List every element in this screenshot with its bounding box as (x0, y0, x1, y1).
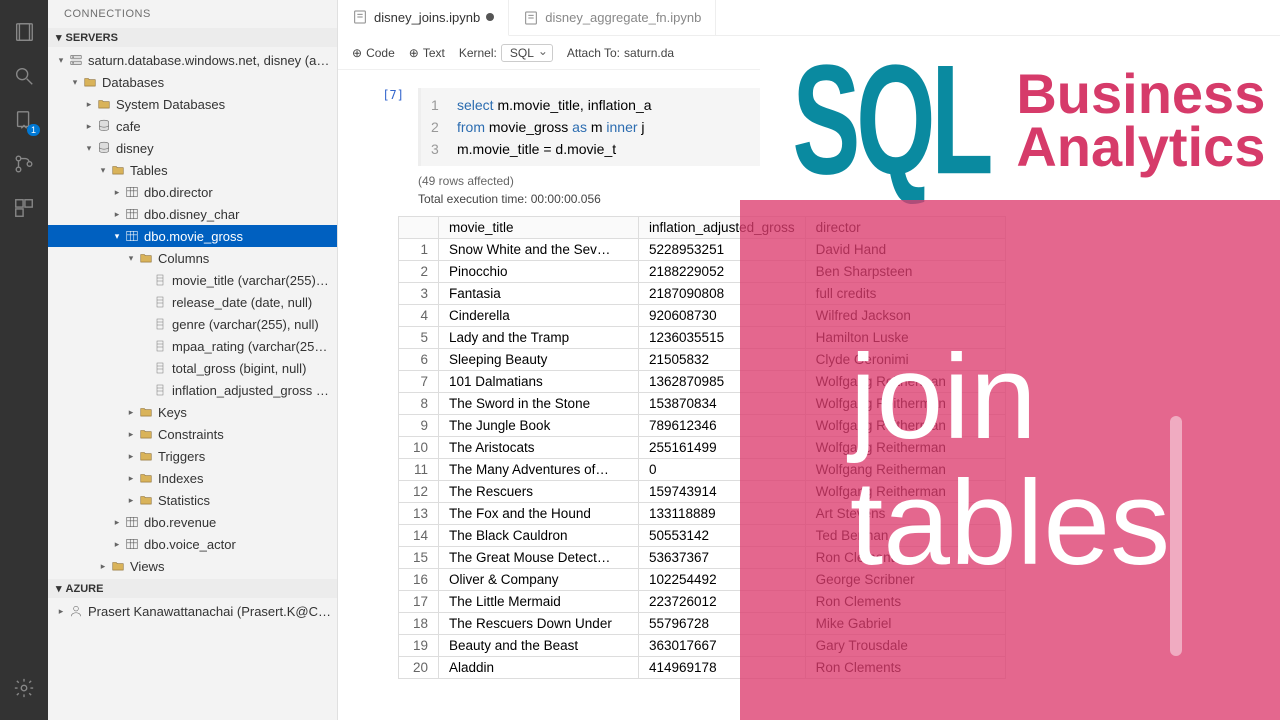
column-3[interactable]: mpaa_rating (varchar(255), null) (48, 335, 337, 357)
tab-bar: disney_joins.ipynbdisney_aggregate_fn.ip… (338, 0, 1280, 36)
notebook-file-icon (352, 9, 368, 25)
activity-bar: 1 (0, 0, 48, 720)
databases-folder[interactable]: ▾Databases (48, 71, 337, 93)
add-text-button[interactable]: ⊕Text (409, 46, 445, 60)
source-control-icon[interactable] (10, 150, 38, 178)
notebook-icon[interactable]: 1 (10, 106, 38, 134)
tbl-director[interactable]: ▸dbo.director (48, 181, 337, 203)
branding-line1: Business (1016, 67, 1265, 120)
servers-header[interactable]: ▾SERVERS (48, 28, 337, 47)
dirty-indicator (486, 13, 494, 21)
folder-triggers[interactable]: ▸Triggers (48, 445, 337, 467)
server-node[interactable]: ▾saturn.database.windows.net, disney (ap… (48, 49, 337, 71)
folder-indexes[interactable]: ▸Indexes (48, 467, 337, 489)
db-disney[interactable]: ▾disney (48, 137, 337, 159)
tbl-revenue[interactable]: ▸dbo.revenue (48, 511, 337, 533)
connections-sidebar: CONNECTIONS ▾SERVERS ▾saturn.database.wi… (48, 0, 338, 720)
attach-to-selector[interactable]: Attach To: saturn.da (567, 46, 674, 60)
tab-1[interactable]: disney_aggregate_fn.ipynb (509, 0, 716, 36)
azure-header[interactable]: ▾AZURE (48, 579, 337, 598)
notebook-file-icon (523, 10, 539, 26)
views-folder[interactable]: ▸Views (48, 555, 337, 577)
folder-statistics[interactable]: ▸Statistics (48, 489, 337, 511)
azure-tree: ▸Prasert Kanawattanachai (Prasert.K@C… (48, 598, 337, 624)
azure-account[interactable]: ▸Prasert Kanawattanachai (Prasert.K@C… (48, 600, 337, 622)
tab-0[interactable]: disney_joins.ipynb (338, 0, 509, 36)
tbl-voice-actor[interactable]: ▸dbo.voice_actor (48, 533, 337, 555)
kernel-dropdown[interactable]: SQL (501, 44, 553, 62)
tbl-disney-char[interactable]: ▸dbo.disney_char (48, 203, 337, 225)
tbl-movie-gross[interactable]: ▾dbo.movie_gross (48, 225, 337, 247)
branding-sql: SQL (792, 58, 989, 183)
branding-line2: Analytics (1016, 120, 1265, 173)
sidebar-title: CONNECTIONS (48, 0, 337, 28)
search-icon[interactable] (10, 62, 38, 90)
overlay-panel: join tables (740, 200, 1280, 720)
cell-prompt: [7] (348, 88, 418, 166)
explorer-icon[interactable] (10, 18, 38, 46)
notebook-badge: 1 (27, 124, 40, 136)
column-1[interactable]: release_date (date, null) (48, 291, 337, 313)
folder-keys[interactable]: ▸Keys (48, 401, 337, 423)
tables-folder[interactable]: ▾Tables (48, 159, 337, 181)
column-0[interactable]: movie_title (varchar(255), null) (48, 269, 337, 291)
column-2[interactable]: genre (varchar(255), null) (48, 313, 337, 335)
extensions-icon[interactable] (10, 194, 38, 222)
overlay-scroll-thumb (1170, 416, 1182, 656)
column-4[interactable]: total_gross (bigint, null) (48, 357, 337, 379)
col-header[interactable]: movie_title (439, 217, 639, 239)
system-databases[interactable]: ▸System Databases (48, 93, 337, 115)
add-code-button[interactable]: ⊕Code (352, 46, 395, 60)
db-cafe[interactable]: ▸cafe (48, 115, 337, 137)
column-5[interactable]: inflation_adjusted_gross (bigin… (48, 379, 337, 401)
servers-tree: ▾saturn.database.windows.net, disney (ap… (48, 47, 337, 579)
branding-banner: SQL Business Analytics (760, 40, 1280, 200)
settings-icon[interactable] (10, 674, 38, 702)
folder-constraints[interactable]: ▸Constraints (48, 423, 337, 445)
columns-folder[interactable]: ▾Columns (48, 247, 337, 269)
kernel-selector[interactable]: Kernel: SQL (459, 44, 553, 62)
overlay-text: join tables (850, 334, 1170, 586)
